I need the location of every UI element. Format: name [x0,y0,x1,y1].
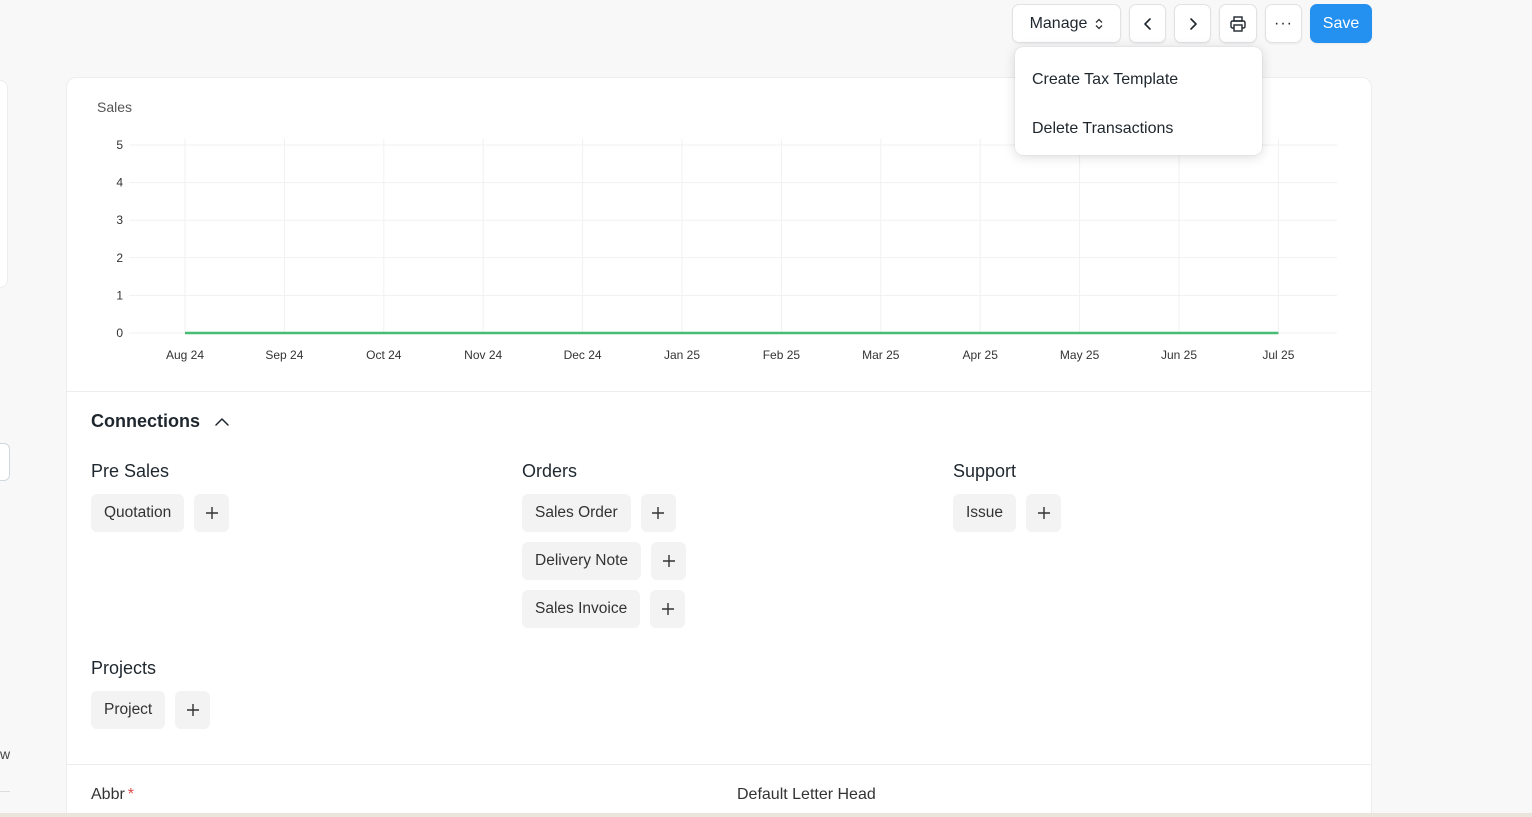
save-button[interactable]: Save [1310,4,1372,43]
doc-row: Sales Order [522,494,686,532]
doc-link-sales-order[interactable]: Sales Order [522,494,631,532]
add-delivery-note-button[interactable] [651,542,687,580]
previous-record-button[interactable] [1129,4,1166,43]
x-tick-label: Apr 25 [963,348,999,362]
connections-header[interactable]: Connections [91,411,230,432]
add-issue-button[interactable] [1026,494,1062,532]
doc-row: Sales Invoice [522,590,686,628]
y-tick-label: 1 [116,288,123,302]
company-form-card: Sales 0 1 2 3 4 5 Aug 24 Sep 24 Oct 24 Nov 24 Dec … [66,77,1372,817]
group-title: Orders [522,461,578,481]
doc-row: Project [91,691,211,729]
x-tick-label: Sep 24 [265,348,303,362]
x-tick-label: Feb 25 [763,348,801,362]
doc-row: Issue [953,494,1062,532]
printer-icon [1230,15,1246,32]
manage-dropdown-menu: Create Tax Template Delete Transactions [1015,47,1262,155]
x-tick-label: Jul 25 [1262,348,1294,362]
connection-group-orders: Orders Sales Order Delivery Note Sales I… [522,461,687,638]
next-record-button[interactable] [1174,4,1211,43]
plus-icon [662,555,675,567]
chevron-up-icon[interactable] [214,414,230,430]
menu-item-create-tax-template[interactable]: Create Tax Template [1015,55,1262,104]
y-tick-label: 3 [116,213,123,227]
connections-title: Connections [91,411,201,431]
x-tick-label: Mar 25 [862,348,900,362]
left-partial-input[interactable] [0,443,10,481]
x-tick-label: May 25 [1060,348,1100,362]
doc-row: Delivery Note [522,542,687,580]
default-letter-head-label: Default Letter Head [737,786,876,803]
doc-link-issue[interactable]: Issue [953,494,1017,532]
section-divider [67,764,1371,765]
x-tick-label: Jun 25 [1161,348,1197,362]
connection-group-projects: Projects Project [91,658,211,739]
x-tick-label: Aug 24 [166,348,204,362]
chevron-left-icon [1143,17,1151,30]
more-dots-icon: ··· [1274,14,1293,32]
add-project-button[interactable] [175,691,211,729]
doc-link-project[interactable]: Project [91,691,166,729]
group-title: Support [953,461,1017,481]
plus-icon [186,704,199,716]
x-tick-label: Oct 24 [366,348,402,362]
plus-icon [205,507,218,519]
chevron-right-icon [1189,17,1197,30]
left-partial-text: w [0,746,11,762]
add-sales-order-button[interactable] [640,494,676,532]
required-marker: * [127,786,135,803]
plus-icon [1037,507,1050,519]
print-button[interactable] [1219,4,1257,43]
doc-link-quotation[interactable]: Quotation [91,494,185,532]
doc-link-sales-invoice[interactable]: Sales Invoice [522,590,641,628]
bottom-scroll-edge [0,813,1532,817]
plus-icon [661,603,674,615]
menu-item-delete-transactions[interactable]: Delete Transactions [1015,104,1262,153]
x-tick-label: Dec 24 [564,348,602,362]
left-sidebar-card [0,80,8,288]
manage-button[interactable]: Manage [1012,4,1121,43]
connection-group-pre-sales: Pre Sales Quotation [91,461,230,542]
y-tick-label: 0 [116,326,123,340]
select-updown-icon [1095,18,1103,29]
group-title: Pre Sales [91,461,170,481]
y-tick-label: 2 [116,251,123,265]
abbr-field-label: Abbr * [91,786,134,804]
add-sales-invoice-button[interactable] [650,590,686,628]
y-tick-label: 5 [116,138,123,152]
plus-icon [652,507,665,519]
group-title: Projects [91,658,157,678]
doc-link-delivery-note[interactable]: Delivery Note [522,542,642,580]
doc-row: Quotation [91,494,230,532]
connection-group-support: Support Issue [953,461,1062,542]
abbr-label-text: Abbr [91,786,125,803]
section-divider [67,391,1371,392]
x-tick-label: Nov 24 [464,348,502,362]
add-quotation-button[interactable] [194,494,230,532]
left-divider [0,791,10,792]
x-tick-label: Jan 25 [664,348,700,362]
manage-label: Manage [1029,14,1088,32]
y-tick-label: 4 [116,176,123,190]
more-actions-button[interactable]: ··· [1265,4,1302,43]
